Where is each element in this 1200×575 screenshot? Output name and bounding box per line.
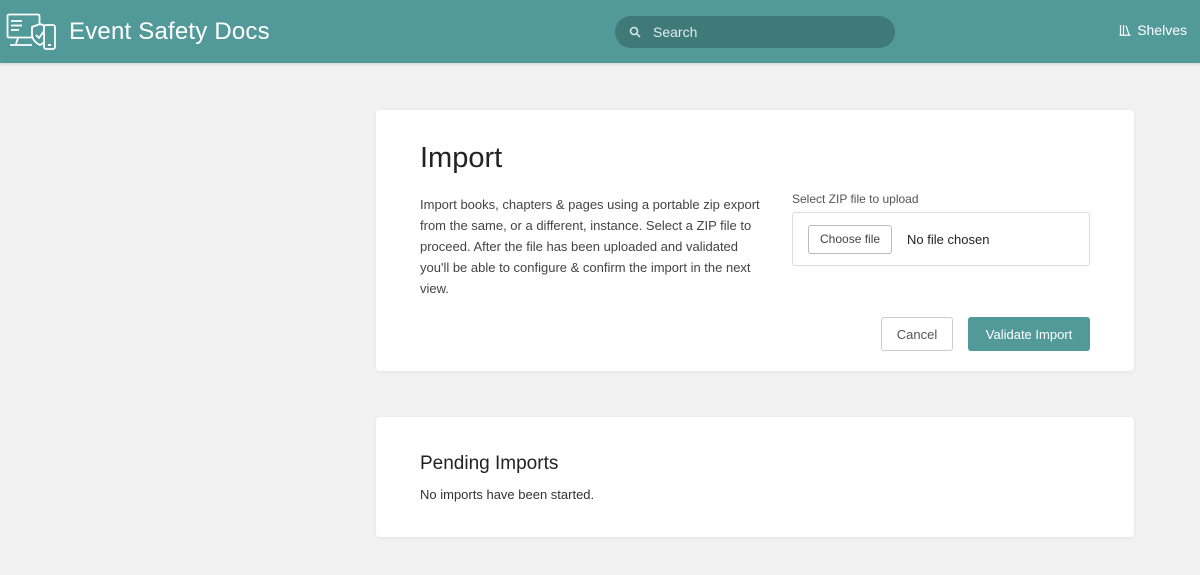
search-icon	[629, 26, 641, 38]
nav-shelves-link[interactable]: Shelves	[1119, 22, 1187, 38]
app-title: Event Safety Docs	[69, 18, 270, 45]
pending-imports-title: Pending Imports	[420, 453, 559, 474]
pending-imports-empty-message: No imports have been started.	[420, 487, 595, 502]
file-upload-field: Choose file No file chosen	[792, 212, 1090, 266]
upload-field-label: Select ZIP file to upload	[792, 192, 919, 206]
search-input[interactable]	[653, 24, 873, 40]
top-header-bar: Event Safety Docs Shelves	[0, 0, 1200, 63]
nav-shelves-label: Shelves	[1137, 22, 1187, 38]
file-status-text: No file chosen	[907, 231, 990, 247]
devices-shield-icon	[6, 13, 56, 50]
brand-link[interactable]: Event Safety Docs	[6, 12, 270, 52]
validate-import-button[interactable]: Validate Import	[968, 317, 1090, 351]
choose-file-button[interactable]: Choose file	[808, 224, 893, 254]
import-description: Import books, chapters & pages using a p…	[420, 197, 760, 296]
shelves-icon	[1119, 25, 1131, 36]
import-card: Import Import books, chapters & pages us…	[376, 110, 1134, 371]
page-title: Import	[420, 142, 503, 174]
cancel-button[interactable]: Cancel	[881, 317, 953, 351]
pending-imports-card: Pending Imports No imports have been sta…	[376, 417, 1134, 537]
search-bar[interactable]	[615, 16, 895, 48]
